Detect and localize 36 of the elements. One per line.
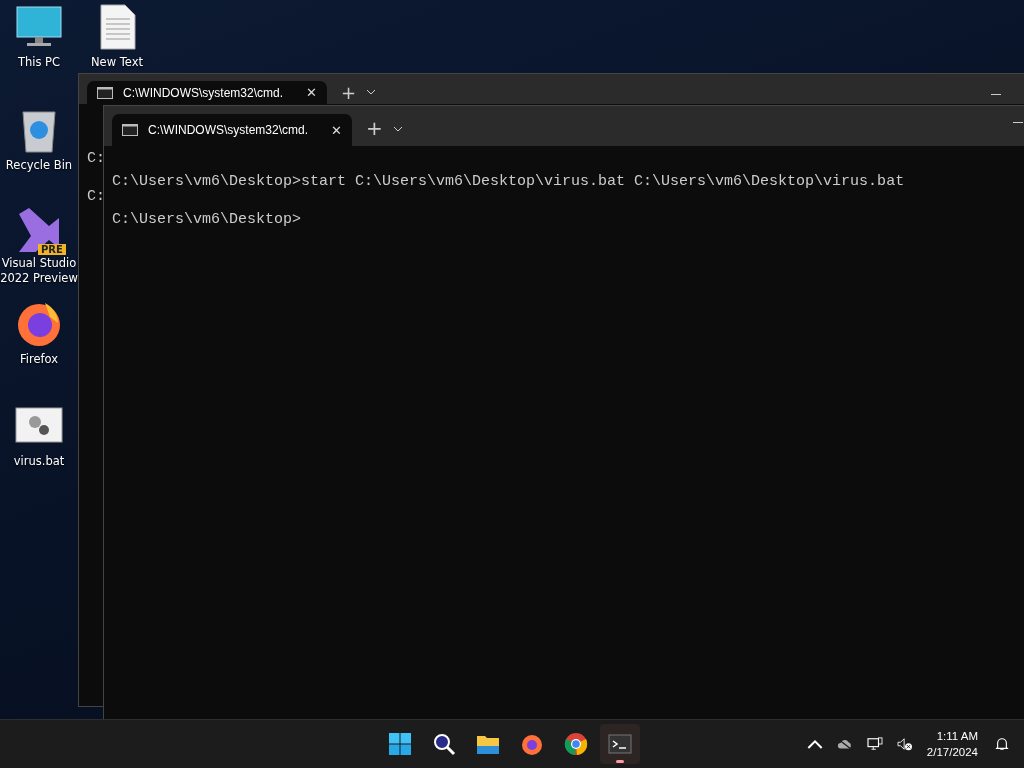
desktop-icon-label[interactable]: New Text xyxy=(91,55,143,70)
minimize-icon[interactable] xyxy=(991,94,1001,96)
desktop-icon-label[interactable]: Firefox xyxy=(19,352,59,367)
firefox-icon xyxy=(520,732,544,756)
search-icon xyxy=(432,732,456,756)
chrome-icon xyxy=(564,732,588,756)
close-tab-button[interactable]: ✕ xyxy=(331,122,342,138)
terminal-taskbar-button[interactable] xyxy=(600,724,640,764)
terminal-tab[interactable]: C:\WINDOWS\system32\cmd. ✕ xyxy=(87,81,327,104)
console-line: C:\Users\vm6\Desktop> xyxy=(112,210,303,229)
console-icon xyxy=(97,86,113,99)
notification-bell-icon[interactable] xyxy=(994,737,1010,751)
new-tab-button[interactable]: + xyxy=(366,116,383,140)
terminal-icon xyxy=(608,732,632,756)
desktop-icon-label[interactable]: Recycle Bin xyxy=(5,158,73,173)
desktop-icon-label[interactable]: This PC xyxy=(17,55,61,70)
terminal-tab[interactable]: C:\WINDOWS\system32\cmd. ✕ xyxy=(112,114,352,146)
clock[interactable]: 1:11 AM 2/17/2024 xyxy=(926,728,978,760)
console-line: C:\Users\vm6\Desktop>start C:\Users\vm6\Desktop\virus.bat C:\Users\vm6\Desktop\virus.bat xyxy=(112,172,906,191)
chevron-down-icon[interactable] xyxy=(392,126,403,132)
firefox-icon[interactable] xyxy=(15,300,63,348)
close-tab-button[interactable]: ✕ xyxy=(306,85,317,100)
new-tab-button[interactable]: + xyxy=(341,81,357,104)
desktop-icon-label[interactable]: Visual Studio 2022 Preview xyxy=(0,256,78,286)
windows-logo-icon xyxy=(388,732,412,756)
volume-muted-icon[interactable] xyxy=(896,737,913,751)
network-icon[interactable] xyxy=(866,737,883,751)
chevron-up-icon[interactable] xyxy=(806,737,823,751)
console-icon xyxy=(122,124,138,136)
desktop-icon-label[interactable]: virus.bat xyxy=(13,454,65,469)
console-line: C: xyxy=(87,149,106,168)
chevron-down-icon[interactable] xyxy=(366,89,377,95)
minimize-icon[interactable] xyxy=(1013,122,1023,124)
console-line: C: xyxy=(87,187,106,206)
preview-badge: PRE xyxy=(38,244,66,255)
cloud-off-icon[interactable] xyxy=(836,737,853,751)
